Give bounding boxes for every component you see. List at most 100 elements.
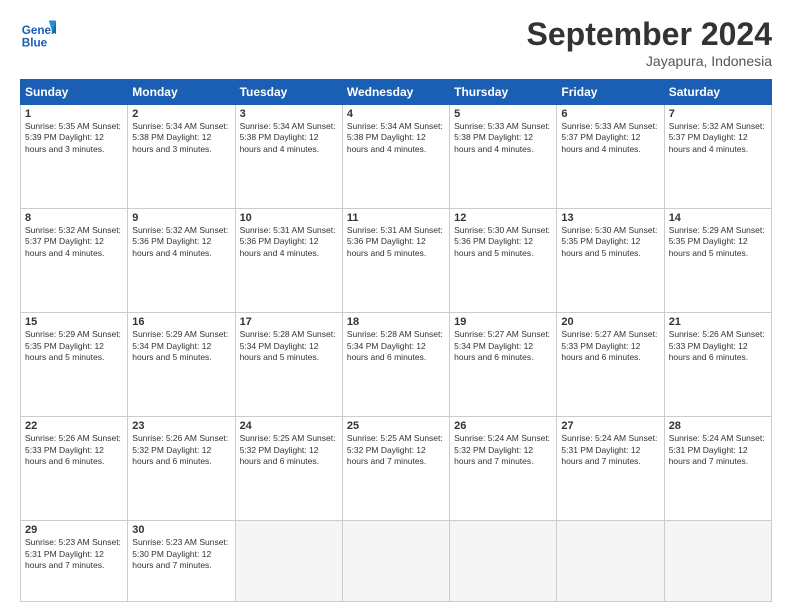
day-header-tuesday: Tuesday	[235, 80, 342, 105]
day-info: Sunrise: 5:27 AM Sunset: 5:33 PM Dayligh…	[561, 329, 659, 363]
day-number: 18	[347, 316, 445, 328]
logo-icon: General Blue	[20, 16, 56, 52]
day-number: 4	[347, 108, 445, 120]
day-info: Sunrise: 5:23 AM Sunset: 5:31 PM Dayligh…	[25, 537, 123, 571]
calendar-cell: 17Sunrise: 5:28 AM Sunset: 5:34 PM Dayli…	[235, 313, 342, 417]
calendar-cell: 29Sunrise: 5:23 AM Sunset: 5:31 PM Dayli…	[21, 521, 128, 602]
day-info: Sunrise: 5:29 AM Sunset: 5:35 PM Dayligh…	[669, 225, 767, 259]
day-info: Sunrise: 5:30 AM Sunset: 5:35 PM Dayligh…	[561, 225, 659, 259]
calendar-cell: 1Sunrise: 5:35 AM Sunset: 5:39 PM Daylig…	[21, 105, 128, 209]
week-row-2: 8Sunrise: 5:32 AM Sunset: 5:37 PM Daylig…	[21, 209, 772, 313]
calendar-cell: 8Sunrise: 5:32 AM Sunset: 5:37 PM Daylig…	[21, 209, 128, 313]
day-number: 19	[454, 316, 552, 328]
day-number: 21	[669, 316, 767, 328]
calendar-cell	[557, 521, 664, 602]
day-info: Sunrise: 5:32 AM Sunset: 5:36 PM Dayligh…	[132, 225, 230, 259]
location: Jayapura, Indonesia	[527, 53, 772, 69]
day-info: Sunrise: 5:29 AM Sunset: 5:35 PM Dayligh…	[25, 329, 123, 363]
day-header-sunday: Sunday	[21, 80, 128, 105]
week-row-1: 1Sunrise: 5:35 AM Sunset: 5:39 PM Daylig…	[21, 105, 772, 209]
day-number: 23	[132, 420, 230, 432]
day-number: 6	[561, 108, 659, 120]
calendar-cell: 27Sunrise: 5:24 AM Sunset: 5:31 PM Dayli…	[557, 417, 664, 521]
day-number: 29	[25, 524, 123, 536]
calendar-cell: 3Sunrise: 5:34 AM Sunset: 5:38 PM Daylig…	[235, 105, 342, 209]
day-number: 14	[669, 212, 767, 224]
calendar-cell: 23Sunrise: 5:26 AM Sunset: 5:32 PM Dayli…	[128, 417, 235, 521]
day-info: Sunrise: 5:28 AM Sunset: 5:34 PM Dayligh…	[240, 329, 338, 363]
calendar-cell: 11Sunrise: 5:31 AM Sunset: 5:36 PM Dayli…	[342, 209, 449, 313]
day-number: 7	[669, 108, 767, 120]
day-info: Sunrise: 5:32 AM Sunset: 5:37 PM Dayligh…	[25, 225, 123, 259]
day-info: Sunrise: 5:26 AM Sunset: 5:33 PM Dayligh…	[25, 433, 123, 467]
day-number: 9	[132, 212, 230, 224]
month-title: September 2024	[527, 16, 772, 53]
calendar-header-row: SundayMondayTuesdayWednesdayThursdayFrid…	[21, 80, 772, 105]
calendar-cell: 20Sunrise: 5:27 AM Sunset: 5:33 PM Dayli…	[557, 313, 664, 417]
day-number: 2	[132, 108, 230, 120]
day-info: Sunrise: 5:24 AM Sunset: 5:31 PM Dayligh…	[669, 433, 767, 467]
day-header-monday: Monday	[128, 80, 235, 105]
calendar-cell	[450, 521, 557, 602]
day-number: 13	[561, 212, 659, 224]
day-info: Sunrise: 5:25 AM Sunset: 5:32 PM Dayligh…	[347, 433, 445, 467]
calendar-cell: 16Sunrise: 5:29 AM Sunset: 5:34 PM Dayli…	[128, 313, 235, 417]
day-number: 28	[669, 420, 767, 432]
calendar-cell	[664, 521, 771, 602]
calendar-cell: 13Sunrise: 5:30 AM Sunset: 5:35 PM Dayli…	[557, 209, 664, 313]
calendar-cell: 9Sunrise: 5:32 AM Sunset: 5:36 PM Daylig…	[128, 209, 235, 313]
day-info: Sunrise: 5:34 AM Sunset: 5:38 PM Dayligh…	[240, 121, 338, 155]
day-number: 8	[25, 212, 123, 224]
day-info: Sunrise: 5:24 AM Sunset: 5:31 PM Dayligh…	[561, 433, 659, 467]
calendar-cell: 26Sunrise: 5:24 AM Sunset: 5:32 PM Dayli…	[450, 417, 557, 521]
calendar-cell: 15Sunrise: 5:29 AM Sunset: 5:35 PM Dayli…	[21, 313, 128, 417]
day-info: Sunrise: 5:31 AM Sunset: 5:36 PM Dayligh…	[240, 225, 338, 259]
title-area: September 2024 Jayapura, Indonesia	[527, 16, 772, 69]
day-number: 12	[454, 212, 552, 224]
day-number: 27	[561, 420, 659, 432]
day-info: Sunrise: 5:26 AM Sunset: 5:32 PM Dayligh…	[132, 433, 230, 467]
day-info: Sunrise: 5:35 AM Sunset: 5:39 PM Dayligh…	[25, 121, 123, 155]
day-info: Sunrise: 5:29 AM Sunset: 5:34 PM Dayligh…	[132, 329, 230, 363]
week-row-5: 29Sunrise: 5:23 AM Sunset: 5:31 PM Dayli…	[21, 521, 772, 602]
day-info: Sunrise: 5:25 AM Sunset: 5:32 PM Dayligh…	[240, 433, 338, 467]
calendar-cell: 22Sunrise: 5:26 AM Sunset: 5:33 PM Dayli…	[21, 417, 128, 521]
day-number: 24	[240, 420, 338, 432]
calendar-cell: 30Sunrise: 5:23 AM Sunset: 5:30 PM Dayli…	[128, 521, 235, 602]
day-number: 10	[240, 212, 338, 224]
day-info: Sunrise: 5:34 AM Sunset: 5:38 PM Dayligh…	[347, 121, 445, 155]
day-info: Sunrise: 5:34 AM Sunset: 5:38 PM Dayligh…	[132, 121, 230, 155]
header: General Blue September 2024 Jayapura, In…	[20, 16, 772, 69]
day-info: Sunrise: 5:31 AM Sunset: 5:36 PM Dayligh…	[347, 225, 445, 259]
day-number: 5	[454, 108, 552, 120]
day-number: 3	[240, 108, 338, 120]
day-header-wednesday: Wednesday	[342, 80, 449, 105]
day-number: 11	[347, 212, 445, 224]
day-number: 26	[454, 420, 552, 432]
calendar-cell: 5Sunrise: 5:33 AM Sunset: 5:38 PM Daylig…	[450, 105, 557, 209]
calendar-cell	[235, 521, 342, 602]
calendar-cell: 18Sunrise: 5:28 AM Sunset: 5:34 PM Dayli…	[342, 313, 449, 417]
day-number: 30	[132, 524, 230, 536]
calendar-cell: 6Sunrise: 5:33 AM Sunset: 5:37 PM Daylig…	[557, 105, 664, 209]
calendar-cell	[342, 521, 449, 602]
calendar-table: SundayMondayTuesdayWednesdayThursdayFrid…	[20, 79, 772, 602]
day-number: 17	[240, 316, 338, 328]
day-info: Sunrise: 5:23 AM Sunset: 5:30 PM Dayligh…	[132, 537, 230, 571]
calendar-cell: 21Sunrise: 5:26 AM Sunset: 5:33 PM Dayli…	[664, 313, 771, 417]
day-number: 25	[347, 420, 445, 432]
page: General Blue September 2024 Jayapura, In…	[0, 0, 792, 612]
calendar-cell: 4Sunrise: 5:34 AM Sunset: 5:38 PM Daylig…	[342, 105, 449, 209]
svg-text:Blue: Blue	[22, 37, 48, 50]
logo: General Blue	[20, 16, 60, 52]
day-info: Sunrise: 5:30 AM Sunset: 5:36 PM Dayligh…	[454, 225, 552, 259]
calendar-cell: 2Sunrise: 5:34 AM Sunset: 5:38 PM Daylig…	[128, 105, 235, 209]
calendar-cell: 14Sunrise: 5:29 AM Sunset: 5:35 PM Dayli…	[664, 209, 771, 313]
day-info: Sunrise: 5:33 AM Sunset: 5:38 PM Dayligh…	[454, 121, 552, 155]
day-number: 1	[25, 108, 123, 120]
day-info: Sunrise: 5:28 AM Sunset: 5:34 PM Dayligh…	[347, 329, 445, 363]
day-header-saturday: Saturday	[664, 80, 771, 105]
day-info: Sunrise: 5:26 AM Sunset: 5:33 PM Dayligh…	[669, 329, 767, 363]
calendar-cell: 7Sunrise: 5:32 AM Sunset: 5:37 PM Daylig…	[664, 105, 771, 209]
day-info: Sunrise: 5:33 AM Sunset: 5:37 PM Dayligh…	[561, 121, 659, 155]
